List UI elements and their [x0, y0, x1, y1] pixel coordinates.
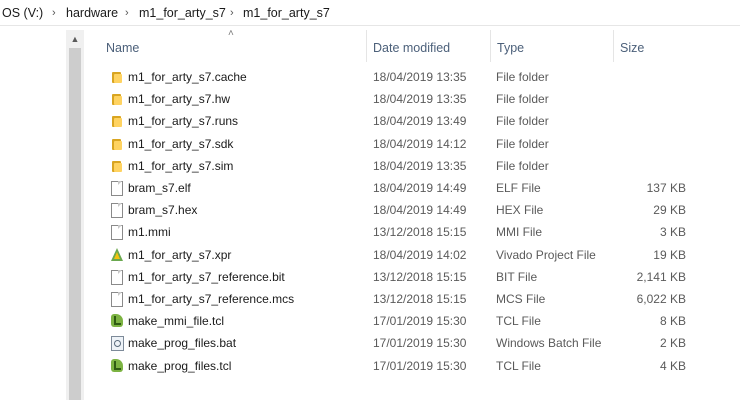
table-row[interactable]: m1_for_arty_s7_reference.bit 13/12/2018 1…	[104, 266, 704, 288]
file-size: 2 KB	[659, 336, 686, 351]
file-type: MCS File	[496, 292, 546, 306]
file-size	[596, 113, 686, 129]
file-date-modified: 18/04/2019 14:12	[373, 136, 467, 151]
file-name: m1_for_arty_s7.hw	[128, 92, 231, 107]
file-type: Windows Batch File	[496, 336, 602, 351]
file-type: File folder	[496, 158, 549, 173]
file-size: 29 KB	[653, 203, 686, 218]
table-row[interactable]: m1_for_arty_s7.hw 18/04/2019 13:35 File fo…	[104, 88, 704, 110]
file-name: make_prog_files.bat	[128, 336, 237, 351]
folder-icon	[110, 136, 124, 152]
file-date-modified: 18/04/2019 13:35	[373, 70, 467, 84]
file-date-modified: 18/04/2019 13:35	[373, 158, 467, 173]
table-row[interactable]: m1_for_arty_s7.runs 18/04/2019 13:49 File …	[104, 110, 704, 132]
table-row[interactable]: m1.mmi 13/12/2018 15:15 MMI File 3 KB	[104, 221, 704, 243]
table-row[interactable]: m1_for_arty_s7.sdk 18/04/2019 14:12 File f…	[104, 133, 704, 155]
file-name: m1.mmi	[128, 225, 171, 240]
file-name: bram_s7.hex	[128, 203, 198, 218]
file-name: m1_for_arty_s7.sim	[128, 158, 234, 173]
file-name: m1_for_arty_s7.xpr	[128, 247, 232, 262]
file-date-modified: 18/04/2019 14:02	[373, 247, 467, 262]
file-type: File folder	[496, 70, 549, 84]
folder-icon	[110, 113, 124, 129]
file-size: 8 KB	[659, 314, 686, 329]
table-row[interactable]: make_prog_files.bat 17/01/2019 15:30 Windo…	[104, 332, 704, 354]
file-name: m1_for_arty_s7_reference.mcs	[128, 292, 295, 306]
file-size: 6,022 KB	[636, 292, 686, 306]
file-icon	[110, 224, 124, 241]
file-size	[596, 91, 686, 107]
file-size	[596, 158, 686, 174]
file-size	[596, 69, 686, 85]
file-type: BIT File	[496, 269, 538, 284]
file-icon	[110, 291, 124, 307]
file-size: 2,141 KB	[636, 269, 686, 284]
file-date-modified: 18/04/2019 14:49	[373, 203, 467, 218]
file-size: 137 KB	[646, 181, 686, 195]
vivado-project-icon	[110, 247, 124, 263]
table-row[interactable]: bram_s7.elf 18/04/2019 14:49 ELF File 137 K…	[104, 177, 704, 199]
file-date-modified: 18/04/2019 13:35	[373, 92, 467, 107]
folder-icon	[110, 91, 124, 107]
folder-icon	[110, 158, 124, 174]
file-date-modified: 18/04/2019 14:49	[373, 181, 467, 195]
file-size: 4 KB	[659, 358, 686, 373]
file-name: make_mmi_file.tcl	[128, 314, 225, 329]
file-date-modified: 17/01/2019 15:30	[373, 314, 467, 329]
file-type: HEX File	[496, 203, 544, 218]
file-type: Vivado Project File	[496, 247, 596, 262]
folder-icon	[110, 69, 124, 85]
file-icon	[110, 202, 124, 219]
table-row[interactable]: m1_for_arty_s7.xpr 18/04/2019 14:02 Vivado…	[104, 244, 704, 266]
file-size: 19 KB	[653, 247, 686, 262]
table-row[interactable]: bram_s7.hex 18/04/2019 14:49 HEX File 29 KB	[104, 199, 704, 221]
file-date-modified: 18/04/2019 13:49	[373, 114, 467, 129]
table-row[interactable]: m1_for_arty_s7_reference.mcs 13/12/2018 1…	[104, 288, 704, 310]
file-type: TCL File	[496, 314, 541, 329]
tcl-script-icon	[110, 358, 124, 374]
file-name: m1_for_arty_s7.sdk	[128, 136, 234, 151]
file-size: 3 KB	[659, 225, 686, 240]
file-type: File folder	[496, 114, 549, 129]
file-name: m1_for_arty_s7.cache	[128, 70, 247, 84]
table-row[interactable]: make_mmi_file.tcl 17/01/2019 15:30 TCL Fil…	[104, 310, 704, 332]
file-date-modified: 17/01/2019 15:30	[373, 336, 467, 351]
file-type: File folder	[496, 136, 549, 151]
file-name: m1_for_arty_s7_reference.bit	[128, 269, 285, 284]
file-type: TCL File	[496, 358, 541, 373]
file-type: MMI File	[496, 225, 542, 240]
table-row[interactable]: m1_for_arty_s7.sim 18/04/2019 13:35 File f…	[104, 155, 704, 177]
file-date-modified: 13/12/2018 15:15	[373, 269, 467, 284]
file-icon	[110, 180, 124, 196]
file-date-modified: 13/12/2018 15:15	[373, 292, 467, 306]
file-name: m1_for_arty_s7.runs	[128, 114, 239, 129]
table-row[interactable]: make_prog_files.tcl 17/01/2019 15:30 TCL F…	[104, 355, 704, 377]
tcl-script-icon	[110, 313, 124, 329]
file-name: make_prog_files.tcl	[128, 358, 232, 373]
file-size	[596, 136, 686, 152]
file-list: m1_for_arty_s7.cache 18/04/2019 13:35 File…	[0, 0, 740, 400]
file-type: ELF File	[496, 181, 541, 195]
table-row[interactable]: m1_for_arty_s7.cache 18/04/2019 13:35 File…	[104, 66, 704, 88]
file-type: File folder	[496, 92, 549, 107]
file-name: bram_s7.elf	[128, 181, 191, 195]
file-icon	[110, 269, 124, 285]
file-date-modified: 17/01/2019 15:30	[373, 358, 467, 373]
batch-file-icon	[110, 335, 124, 352]
file-date-modified: 13/12/2018 15:15	[373, 225, 467, 240]
